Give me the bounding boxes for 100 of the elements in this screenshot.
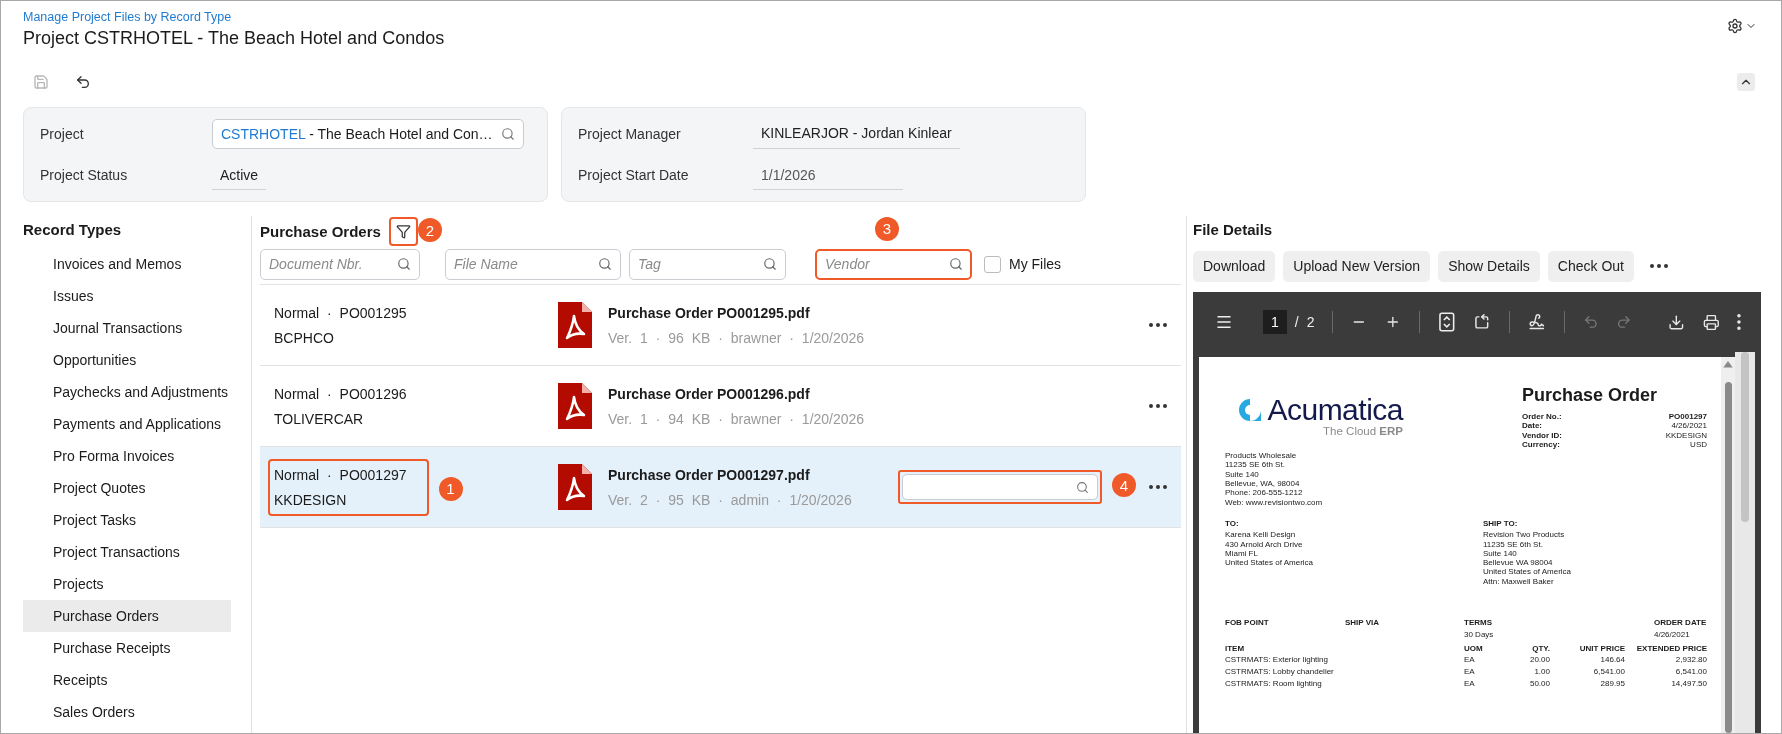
address-line: Karena Kelli Design [1225,530,1297,540]
column-header: ITEM [1225,643,1246,653]
record-type-item[interactable]: Project Quotes [23,472,231,504]
record-type-item[interactable]: Project Tasks [23,504,231,536]
logo-icon [1238,398,1263,422]
ellipsis-icon [1149,323,1167,327]
page-separator: / [1294,314,1299,330]
pdf-file-icon [558,302,592,348]
vendor-name: TOLIVERCAR [274,410,365,427]
address-line: Miami FL [1225,548,1259,559]
address-line: Web: www.revisiontwo.com [1225,497,1324,507]
ellipsis-icon [1149,485,1167,489]
address-line: Attn: Maxwell Baker [1483,576,1555,587]
ellipsis-icon [1149,404,1167,408]
filter-field[interactable]: Document Nbr. [260,248,420,280]
terms-value: 30 Days [1464,630,1495,640]
logo-tagline: The Cloud ERP [1323,425,1403,437]
callout-badge: 2 [418,218,442,242]
rotate-icon [1473,313,1491,331]
project-lookup-field[interactable]: CSTRHOTEL - The Beach Hotel and Con… [212,118,524,149]
date-field[interactable]: 1/1/2026 [753,160,903,191]
record-type-item[interactable]: Sales Orders [23,696,231,728]
address-line: Bellevue, WA, 98004 [1225,479,1301,489]
file-meta: Ver. 1 · 94 KB · brawner · 1/20/2026 [608,410,866,427]
scrollbar-thumb[interactable] [1724,381,1732,733]
table-cell-text: 1.00 [1533,665,1550,677]
more-button[interactable] [1647,262,1670,270]
info-value: KKDESIGN [1665,430,1707,440]
search-icon [763,256,777,271]
vendor-name: BCPHCO [274,329,335,346]
table-cell-text: EA [1464,665,1476,677]
record-type-item[interactable]: Purchase Receipts [23,632,231,664]
file-name: Purchase Order PO001297.pdf [608,466,811,483]
record-type-item[interactable]: Invoices and Memos [23,248,231,280]
terms-heading: FOB POINT [1225,618,1270,628]
zoom-in-icon[interactable] [1385,314,1401,330]
record-type-item[interactable]: Payments and Applications [23,408,231,440]
document-title: Purchase Order [1522,385,1659,406]
document-number: Normal · PO001297 [274,466,407,483]
table-cell-text: CSTRMATS: Exterior lighting [1225,653,1329,665]
field-label: Project Status [40,167,129,184]
file-meta: Ver. 2 · 95 KB · admin · 1/20/2026 [608,491,853,508]
breadcrumb-link[interactable]: Manage Project Files by Record Type [23,10,445,24]
column-header: EXTENDED PRICE [1635,643,1707,653]
info-label: Currency: [1522,439,1560,450]
more-button[interactable] [1147,321,1169,329]
action-button[interactable]: Show Details [1438,250,1540,282]
document-number: Normal · PO001295 [274,304,407,321]
callout-badge: 4 [1112,473,1136,497]
record-type-item[interactable]: Paychecks and Adjustments [23,376,231,408]
section-title: Purchase Orders [260,221,381,242]
table-cell-text: 289.95 [1599,677,1625,689]
record-type-item[interactable]: Project Transactions [23,536,231,568]
info-label: Order No.: [1522,412,1562,422]
filter-field[interactable]: File Name [445,248,621,280]
record-type-item[interactable]: Purchase Orders [23,600,231,632]
address-line: Products Wholesale [1225,451,1298,461]
more-button[interactable] [1147,402,1169,410]
filter-icon [395,223,411,239]
redo-icon [1616,314,1632,330]
checkbox[interactable] [984,255,1001,273]
info-label: Vendor ID: [1522,430,1562,440]
terms-heading: SHIP VIA [1345,618,1381,628]
logo-text: Acumatica [1267,393,1403,427]
filter-field[interactable]: Tag [629,248,786,280]
scrollbar-thumb[interactable] [1741,352,1749,522]
file-row[interactable]: Normal · PO001297 KKDESIGN 1 Purchase Order PO001297.pdf Ver. 2 · 95 KB · admin · 1/20/2026 4 [260,447,1181,528]
record-type-item[interactable]: Receipts [23,664,231,696]
column-header: UNIT PRICE [1578,643,1625,653]
info-value: USD [1690,439,1707,450]
terms-heading: ORDER DATE [1654,618,1707,628]
record-type-item[interactable]: Issues [23,280,231,312]
print-icon [1702,313,1720,331]
field-value: Active [212,160,267,191]
more-button[interactable] [1147,483,1169,491]
field-value: KINLEARJOR - Jordan Kinlear [753,118,960,149]
vendor-name: KKDESIGN [274,491,348,508]
fit-page-icon [1437,312,1456,332]
record-type-item[interactable]: Pro Forma Invoices [23,440,231,472]
table-cell-text: 20.00 [1528,653,1550,665]
save-icon [33,74,49,90]
action-button[interactable]: Download [1193,250,1276,282]
record-type-item[interactable]: Journal Transactions [23,312,231,344]
action-button[interactable]: Check Out [1547,250,1634,282]
record-type-item[interactable]: Opportunities [23,344,231,376]
field-label: Project Manager [578,125,682,142]
column-header: UOM [1464,643,1484,653]
column-header: QTY. [1531,643,1550,653]
collapse-button[interactable] [1737,73,1755,91]
record-type-item[interactable]: Projects [23,568,231,600]
terms-value: 4/26/2021 [1654,630,1691,640]
address-line: 11235 SE 6th St. [1483,539,1544,549]
ellipsis-icon [1649,264,1668,268]
filter-field[interactable]: Vendor [815,248,972,280]
page-input[interactable]: 1 [1263,310,1287,334]
action-button[interactable]: Upload New Version [1283,250,1431,282]
search-icon [949,256,963,271]
filter-button[interactable] [388,216,418,246]
download-icon [1667,313,1685,331]
document-number: Normal · PO001296 [274,385,407,402]
